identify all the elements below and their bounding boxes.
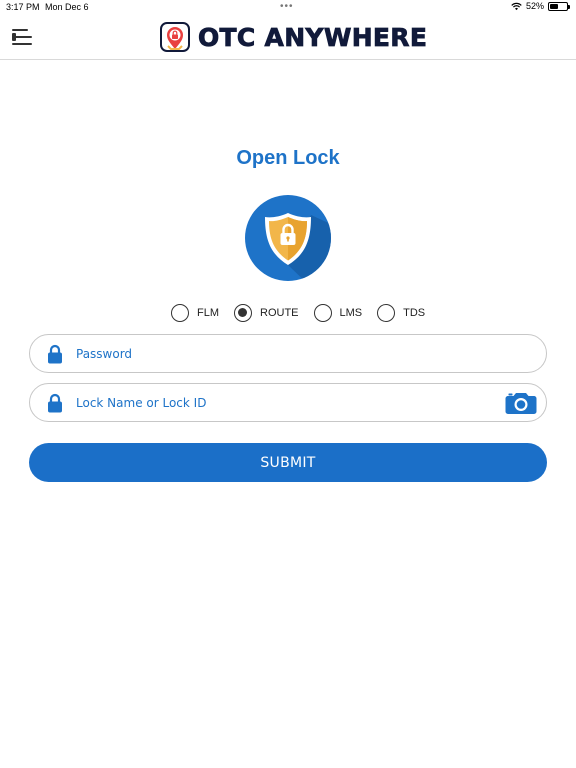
- radio-button[interactable]: [234, 304, 252, 322]
- battery-percent: 52%: [525, 1, 544, 11]
- radio-option-tds[interactable]: TDS: [377, 304, 425, 322]
- radio-button[interactable]: [171, 304, 189, 322]
- radio-option-route[interactable]: ROUTE: [234, 304, 299, 322]
- status-date: Mon Dec 6: [45, 2, 89, 12]
- radio-button[interactable]: [377, 304, 396, 322]
- app-header: OTC ANYWHERE: [0, 14, 576, 60]
- radio-option-flm[interactable]: FLM: [171, 304, 219, 322]
- password-input[interactable]: [76, 335, 496, 372]
- password-field: [29, 334, 547, 373]
- brand-name: OTC ANYWHERE: [198, 22, 428, 52]
- submit-button[interactable]: SUBMIT: [29, 443, 547, 482]
- camera-icon[interactable]: [505, 391, 537, 415]
- status-bar: 3:17 PM Mon Dec 6 ••• 52%: [0, 0, 576, 14]
- lock-pin-logo-icon: [160, 22, 190, 52]
- status-indicators: 52%: [511, 1, 570, 11]
- radio-button[interactable]: [313, 304, 332, 322]
- radio-label: FLM: [197, 307, 219, 319]
- brand: OTC ANYWHERE: [160, 22, 427, 52]
- lock-icon: [48, 393, 62, 413]
- radio-label: ROUTE: [260, 307, 299, 319]
- page-title: Open Lock: [236, 147, 340, 169]
- lock-id-field: [29, 383, 547, 422]
- battery-fill: [550, 3, 559, 9]
- menu-icon[interactable]: [12, 28, 34, 46]
- lock-icon: [48, 344, 62, 364]
- lock-id-input[interactable]: [76, 384, 496, 421]
- radio-label: TDS: [403, 307, 426, 319]
- shield-lock-icon: [245, 195, 331, 281]
- radio-option-lms[interactable]: LMS: [313, 304, 363, 322]
- status-time: 3:17 PM: [6, 2, 40, 12]
- radio-label: LMS: [339, 307, 363, 319]
- lock-type-radio-group: FLM ROUTE LMS TDS: [171, 304, 440, 322]
- battery-icon: [548, 1, 570, 11]
- multitasking-dots-icon[interactable]: •••: [280, 2, 294, 12]
- wifi-icon: [511, 2, 522, 10]
